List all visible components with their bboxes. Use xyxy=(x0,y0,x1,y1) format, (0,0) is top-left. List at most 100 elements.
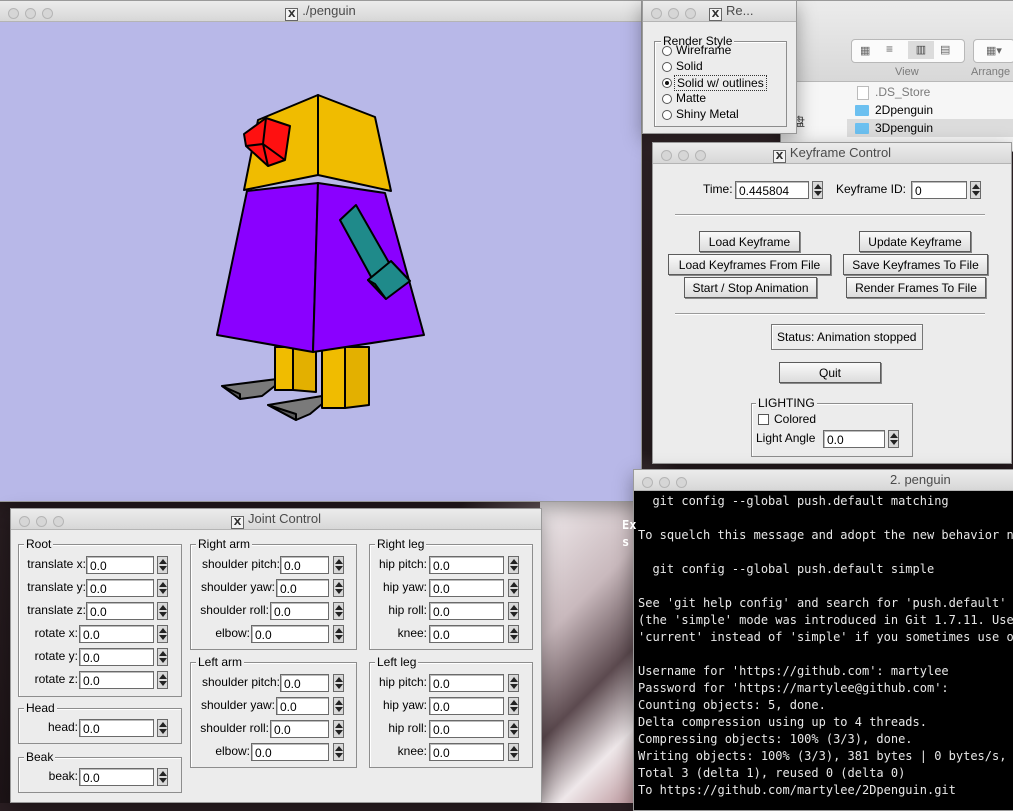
ra-shoulder-roll-stepper[interactable] xyxy=(333,602,344,620)
list-view-icon[interactable]: ≡ xyxy=(886,42,893,56)
keyframe-id-stepper[interactable] xyxy=(970,181,981,199)
ra-shoulder-yaw-input[interactable]: 0.0 xyxy=(276,579,329,597)
ll-hip-yaw-input[interactable]: 0.0 xyxy=(429,697,504,715)
translate-y-stepper[interactable] xyxy=(157,579,168,597)
rl-hip-pitch-input[interactable]: 0.0 xyxy=(429,556,504,574)
la-shoulder-yaw-stepper[interactable] xyxy=(333,697,344,715)
rl-hip-yaw-input[interactable]: 0.0 xyxy=(429,579,504,597)
zoom-window-button[interactable] xyxy=(676,477,687,488)
la-shoulder-roll-stepper[interactable] xyxy=(333,720,344,738)
close-window-button[interactable] xyxy=(651,8,662,19)
ll-knee-stepper[interactable] xyxy=(508,743,519,761)
terminal-output[interactable]: git config --global push.default matchin… xyxy=(638,493,1013,810)
zoom-window-button[interactable] xyxy=(42,8,53,19)
ra-shoulder-roll-input[interactable]: 0.0 xyxy=(270,602,329,620)
keyframe-id-input[interactable]: 0 xyxy=(911,181,967,199)
minimize-window-button[interactable] xyxy=(659,477,670,488)
close-window-button[interactable] xyxy=(8,8,19,19)
shiny-metal-radio[interactable] xyxy=(662,110,672,120)
time-input[interactable]: 0.445804 xyxy=(735,181,809,199)
file-item-3dpenguin[interactable]: 3Dpenguin xyxy=(847,119,1013,137)
ll-knee-input[interactable]: 0.0 xyxy=(429,743,504,761)
ra-shoulder-yaw-stepper[interactable] xyxy=(333,579,344,597)
head-input[interactable]: 0.0 xyxy=(79,719,154,737)
rl-knee-input[interactable]: 0.0 xyxy=(429,625,504,643)
save-keyframes-file-button[interactable]: Save Keyframes To File xyxy=(843,254,988,275)
translate-z-stepper[interactable] xyxy=(157,602,168,620)
minimize-window-button[interactable] xyxy=(36,516,47,527)
view-toggle-group[interactable]: ▦ ≡ ▥ ▤ xyxy=(851,39,965,63)
time-stepper[interactable] xyxy=(812,181,823,199)
terminal-titlebar[interactable]: 2. penguin xyxy=(634,470,1013,491)
minimize-window-button[interactable] xyxy=(25,8,36,19)
coverflow-view-icon[interactable]: ▤ xyxy=(940,43,950,56)
rotate-y-stepper[interactable] xyxy=(157,648,168,666)
beak-input[interactable]: 0.0 xyxy=(79,768,154,786)
zoom-window-button[interactable] xyxy=(685,8,696,19)
rl-hip-roll-stepper[interactable] xyxy=(508,602,519,620)
ra-shoulder-pitch-input[interactable]: 0.0 xyxy=(280,556,329,574)
ll-hip-roll-input[interactable]: 0.0 xyxy=(429,720,504,738)
ll-hip-yaw-stepper[interactable] xyxy=(508,697,519,715)
wireframe-radio[interactable] xyxy=(662,46,672,56)
zoom-window-button[interactable] xyxy=(53,516,64,527)
rotate-x-stepper[interactable] xyxy=(157,625,168,643)
translate-z-input[interactable]: 0.0 xyxy=(86,602,154,620)
load-keyframe-button[interactable]: Load Keyframe xyxy=(699,231,800,252)
rl-knee-stepper[interactable] xyxy=(508,625,519,643)
solid-outlines-radio[interactable] xyxy=(662,78,672,88)
file-item-2dpenguin[interactable]: 2Dpenguin xyxy=(847,101,1013,119)
ll-hip-pitch-stepper[interactable] xyxy=(508,674,519,692)
translate-y-input[interactable]: 0.0 xyxy=(86,579,154,597)
terminal-line: Writing objects: 100% (3/3), 381 bytes |… xyxy=(638,749,1013,763)
render-style-titlebar[interactable]: X Re... xyxy=(643,1,796,22)
start-stop-animation-button[interactable]: Start / Stop Animation xyxy=(684,277,817,298)
la-elbow-stepper[interactable] xyxy=(333,743,344,761)
colored-checkbox[interactable] xyxy=(758,414,769,425)
zoom-window-button[interactable] xyxy=(695,150,706,161)
penguin-titlebar[interactable]: X ./penguin xyxy=(0,1,641,22)
icon-view-icon[interactable]: ▦ xyxy=(860,44,870,57)
rl-hip-yaw-stepper[interactable] xyxy=(508,579,519,597)
close-window-button[interactable] xyxy=(19,516,30,527)
minimize-window-button[interactable] xyxy=(668,8,679,19)
la-shoulder-yaw-input[interactable]: 0.0 xyxy=(276,697,329,715)
ra-shoulder-pitch-label: shoulder pitch: xyxy=(201,557,280,571)
ra-shoulder-pitch-stepper[interactable] xyxy=(333,556,344,574)
render-canvas[interactable] xyxy=(0,22,641,501)
render-frames-button[interactable]: Render Frames To File xyxy=(846,277,986,298)
translate-x-input[interactable]: 0.0 xyxy=(86,556,154,574)
minimize-window-button[interactable] xyxy=(678,150,689,161)
la-shoulder-pitch-input[interactable]: 0.0 xyxy=(280,674,329,692)
ra-elbow-stepper[interactable] xyxy=(333,625,344,643)
keyframe-titlebar[interactable]: X Keyframe Control xyxy=(653,143,1011,164)
ra-elbow-input[interactable]: 0.0 xyxy=(251,625,329,643)
rotate-z-input[interactable]: 0.0 xyxy=(79,671,154,689)
column-view-icon[interactable]: ▥ xyxy=(908,41,934,59)
joint-titlebar[interactable]: X Joint Control xyxy=(11,509,541,530)
rl-hip-roll-input[interactable]: 0.0 xyxy=(429,602,504,620)
rotate-x-input[interactable]: 0.0 xyxy=(79,625,154,643)
quit-button[interactable]: Quit xyxy=(779,362,881,383)
ll-hip-roll-stepper[interactable] xyxy=(508,720,519,738)
rotate-y-input[interactable]: 0.0 xyxy=(79,648,154,666)
close-window-button[interactable] xyxy=(642,477,653,488)
rotate-z-stepper[interactable] xyxy=(157,671,168,689)
translate-x-stepper[interactable] xyxy=(157,556,168,574)
arrange-button[interactable]: ▦▾ xyxy=(973,39,1013,63)
matte-radio[interactable] xyxy=(662,94,672,104)
beak-stepper[interactable] xyxy=(157,768,168,786)
load-keyframes-file-button[interactable]: Load Keyframes From File xyxy=(668,254,831,275)
update-keyframe-button[interactable]: Update Keyframe xyxy=(859,231,971,252)
head-stepper[interactable] xyxy=(157,719,168,737)
la-elbow-input[interactable]: 0.0 xyxy=(251,743,329,761)
rl-hip-pitch-stepper[interactable] xyxy=(508,556,519,574)
light-angle-input[interactable]: 0.0 xyxy=(823,430,885,448)
file-item-ds-store[interactable]: .DS_Store xyxy=(847,83,1013,101)
la-shoulder-pitch-stepper[interactable] xyxy=(333,674,344,692)
la-shoulder-roll-input[interactable]: 0.0 xyxy=(270,720,329,738)
solid-radio[interactable] xyxy=(662,62,672,72)
close-window-button[interactable] xyxy=(661,150,672,161)
ll-hip-pitch-input[interactable]: 0.0 xyxy=(429,674,504,692)
light-angle-stepper[interactable] xyxy=(888,430,899,448)
